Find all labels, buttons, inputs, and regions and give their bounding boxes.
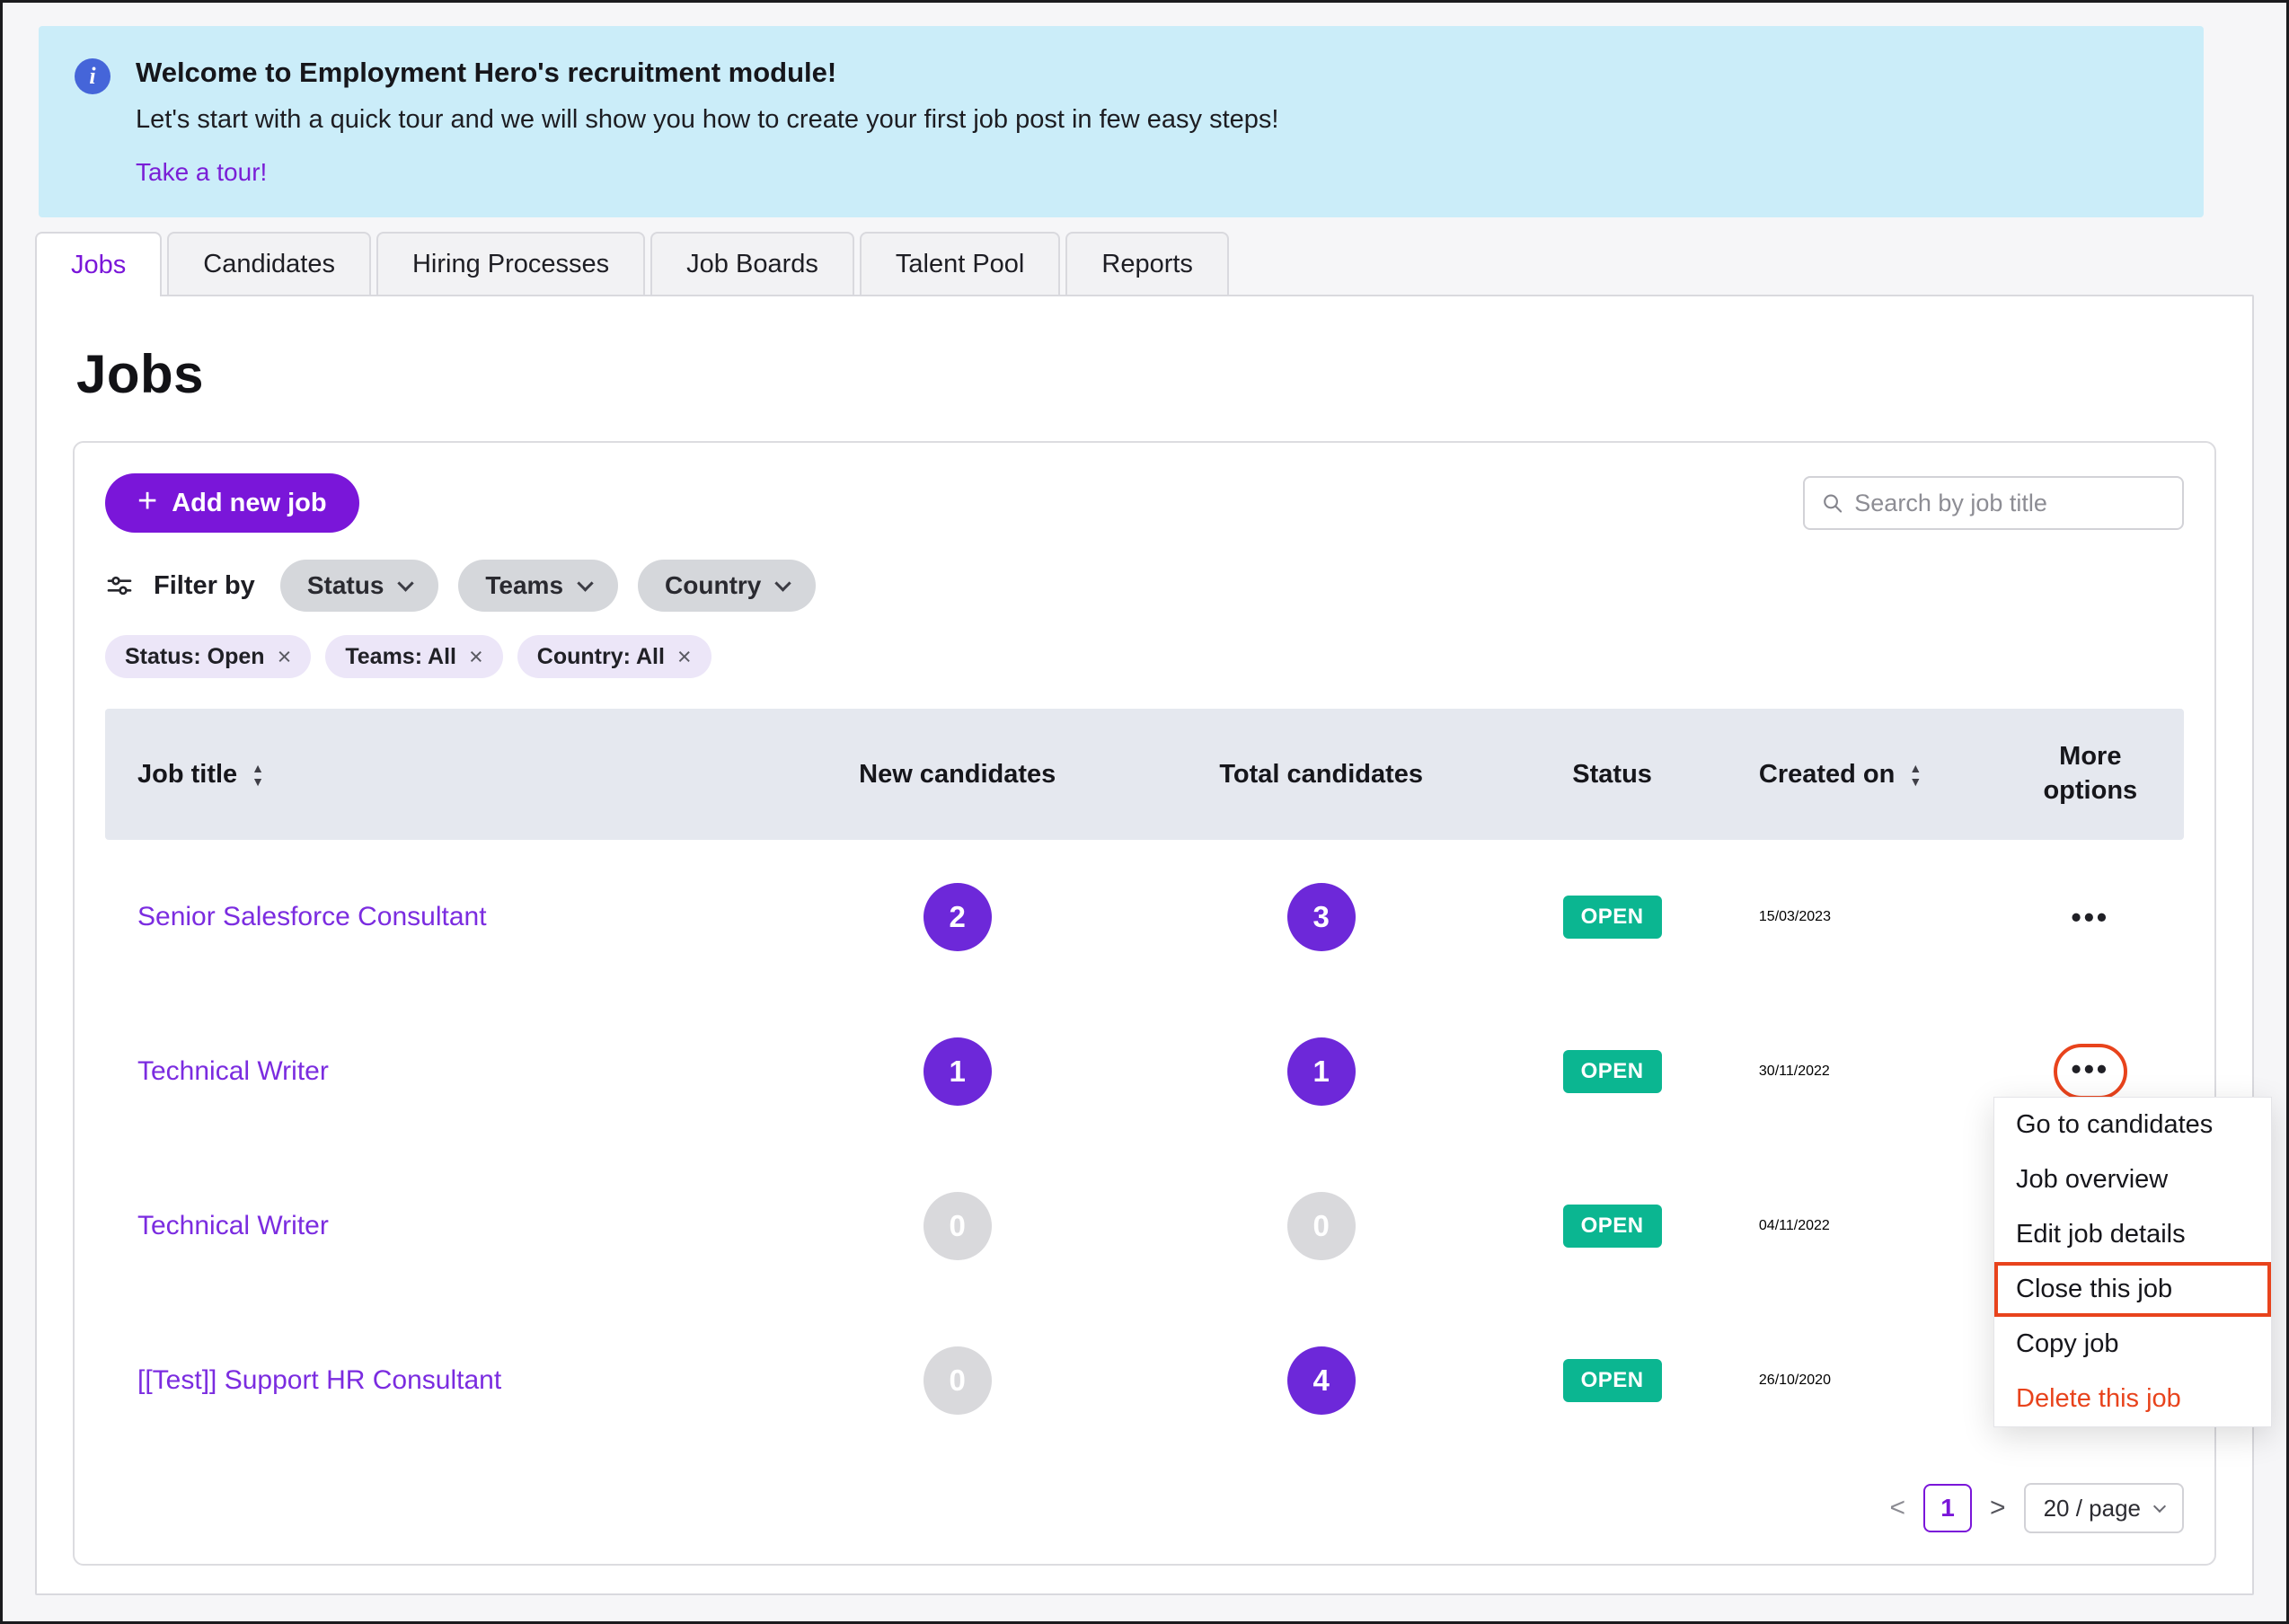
- tab-hiring-processes[interactable]: Hiring Processes: [376, 232, 646, 295]
- banner-content: Welcome to Employment Hero's recruitment…: [136, 57, 1278, 187]
- menu-item-edit-job-details[interactable]: Edit job details: [1994, 1207, 2271, 1262]
- chip-label: Status: Open: [125, 643, 265, 669]
- menu-item-copy-job[interactable]: Copy job: [1994, 1317, 2271, 1372]
- total-candidates-badge: 4: [1286, 1346, 1356, 1415]
- active-filter-chips: Status: Open × Teams: All × Country: All…: [105, 635, 2184, 678]
- new-candidates-badge: 2: [923, 883, 992, 951]
- chevron-down-icon: [397, 574, 415, 592]
- created-on-date: 30/11/2022: [1758, 1064, 1830, 1079]
- more-options-context-menu: Go to candidates Job overview Edit job d…: [1993, 1097, 2272, 1427]
- table-header-row: Job title ▲ ▼ New candidates Total candid…: [105, 709, 2184, 840]
- total-candidates-badge: 1: [1286, 1037, 1356, 1106]
- sort-icon[interactable]: ▲ ▼: [252, 762, 264, 788]
- menu-item-delete-this-job[interactable]: Delete this job: [1994, 1372, 2271, 1426]
- filter-icon: [107, 576, 132, 596]
- table-row: Technical Writer 0 0 OPEN 04/11/2022 •••: [105, 1149, 2184, 1303]
- banner-subtitle: Let's start with a quick tour and we wil…: [136, 105, 1279, 134]
- created-on-date: 15/03/2023: [1758, 909, 1831, 924]
- chevron-down-icon: [2152, 1499, 2167, 1514]
- page-number[interactable]: 1: [1923, 1484, 1973, 1532]
- header-total-candidates: Total candidates: [1219, 759, 1424, 789]
- more-options-button[interactable]: •••: [2053, 1044, 2128, 1099]
- welcome-banner: i Welcome to Employment Hero's recruitme…: [39, 26, 2204, 217]
- tab-job-boards[interactable]: Job Boards: [650, 232, 854, 295]
- status-filter-dropdown[interactable]: Status: [279, 560, 439, 612]
- menu-item-job-overview[interactable]: Job overview: [1994, 1152, 2271, 1207]
- new-candidates-badge: 0: [923, 1346, 992, 1415]
- page-title: Jobs: [76, 344, 205, 404]
- add-new-job-button[interactable]: + Add new job: [105, 473, 359, 533]
- header-job-title: Job title ▲ ▼: [105, 760, 770, 790]
- new-candidates-badge: 1: [923, 1037, 992, 1106]
- total-candidates-badge: 3: [1286, 883, 1356, 951]
- close-icon[interactable]: ×: [278, 644, 292, 669]
- header-created-on-label: Created on: [1758, 759, 1896, 789]
- job-title-link[interactable]: [[Test]] Support HR Consultant: [137, 1365, 501, 1396]
- header-job-title-label: Job title: [137, 759, 238, 789]
- jobs-card: + Add new job Filter by Status Teams: [73, 441, 2272, 1566]
- chip-country-all[interactable]: Country: All ×: [517, 635, 711, 678]
- new-candidates-badge: 0: [923, 1192, 992, 1260]
- job-title-link[interactable]: Technical Writer: [137, 1056, 329, 1087]
- plus-icon: +: [137, 482, 158, 520]
- jobs-panel: Jobs + Add new job Filter by Status: [35, 295, 2272, 1595]
- chevron-down-icon: [577, 574, 594, 592]
- next-page-button[interactable]: >: [1990, 1493, 2006, 1523]
- chip-status-open[interactable]: Status: Open ×: [105, 635, 312, 678]
- take-a-tour-link[interactable]: Take a tour!: [136, 158, 267, 186]
- table-row: Technical Writer 1 1 OPEN 30/11/2022 •••: [105, 994, 2184, 1149]
- status-badge: OPEN: [1562, 1359, 1662, 1402]
- chevron-down-icon: [774, 574, 792, 592]
- add-new-job-label: Add new job: [172, 488, 327, 517]
- filter-row: Filter by Status Teams Country: [105, 560, 2184, 612]
- header-new-candidates: New candidates: [859, 759, 1056, 789]
- tab-bar: Jobs Candidates Hiring Processes Job Boa…: [3, 232, 2286, 296]
- job-search-box: [1803, 476, 2184, 530]
- status-filter-label: Status: [306, 571, 384, 599]
- app-window: i Welcome to Employment Hero's recruitme…: [0, 0, 2289, 1624]
- header-status: Status: [1572, 759, 1652, 789]
- created-on-date: 26/10/2020: [1758, 1372, 1831, 1388]
- info-icon: i: [75, 58, 110, 94]
- banner-title: Welcome to Employment Hero's recruitment…: [136, 57, 837, 88]
- teams-filter-label: Teams: [485, 571, 564, 599]
- table-row: Senior Salesforce Consultant 2 3 OPEN 15…: [105, 840, 2184, 994]
- header-created-on: Created on ▲ ▼: [1727, 760, 1997, 790]
- page-size-select[interactable]: 20 / page: [2023, 1483, 2184, 1533]
- tab-talent-pool[interactable]: Talent Pool: [859, 232, 1061, 295]
- status-badge: OPEN: [1562, 1050, 1662, 1093]
- created-on-date: 04/11/2022: [1758, 1218, 1830, 1233]
- status-badge: OPEN: [1562, 1205, 1662, 1248]
- pagination: < 1 > 20 / page: [105, 1483, 2184, 1533]
- chip-label: Country: All: [536, 643, 665, 669]
- more-options-button[interactable]: •••: [2072, 903, 2110, 931]
- previous-page-button[interactable]: <: [1890, 1493, 1906, 1523]
- total-candidates-badge: 0: [1286, 1192, 1356, 1260]
- filter-by-label: Filter by: [154, 570, 255, 600]
- table-row: [[Test]] Support HR Consultant 0 4 OPEN …: [105, 1303, 2184, 1458]
- close-icon[interactable]: ×: [677, 644, 692, 669]
- menu-item-go-to-candidates[interactable]: Go to candidates: [1994, 1098, 2271, 1152]
- chip-label: Teams: All: [345, 643, 457, 669]
- search-icon: [1824, 494, 1843, 513]
- status-badge: OPEN: [1562, 896, 1662, 939]
- job-title-link[interactable]: Technical Writer: [137, 1211, 329, 1241]
- search-input[interactable]: [1854, 489, 2166, 517]
- teams-filter-dropdown[interactable]: Teams: [458, 560, 619, 612]
- tab-jobs[interactable]: Jobs: [35, 232, 163, 296]
- job-title-link[interactable]: Senior Salesforce Consultant: [137, 902, 487, 932]
- menu-item-close-this-job[interactable]: Close this job: [1994, 1262, 2271, 1317]
- country-filter-label: Country: [665, 571, 762, 599]
- sort-icon[interactable]: ▲ ▼: [1909, 762, 1922, 788]
- tab-reports[interactable]: Reports: [1065, 232, 1229, 295]
- chip-teams-all[interactable]: Teams: All ×: [325, 635, 503, 678]
- tab-candidates[interactable]: Candidates: [167, 232, 371, 295]
- country-filter-dropdown[interactable]: Country: [638, 560, 817, 612]
- close-icon[interactable]: ×: [469, 644, 483, 669]
- toolbar: + Add new job: [105, 473, 2184, 533]
- page-size-label: 20 / page: [2043, 1494, 2141, 1522]
- header-more-options: More options: [2043, 742, 2138, 805]
